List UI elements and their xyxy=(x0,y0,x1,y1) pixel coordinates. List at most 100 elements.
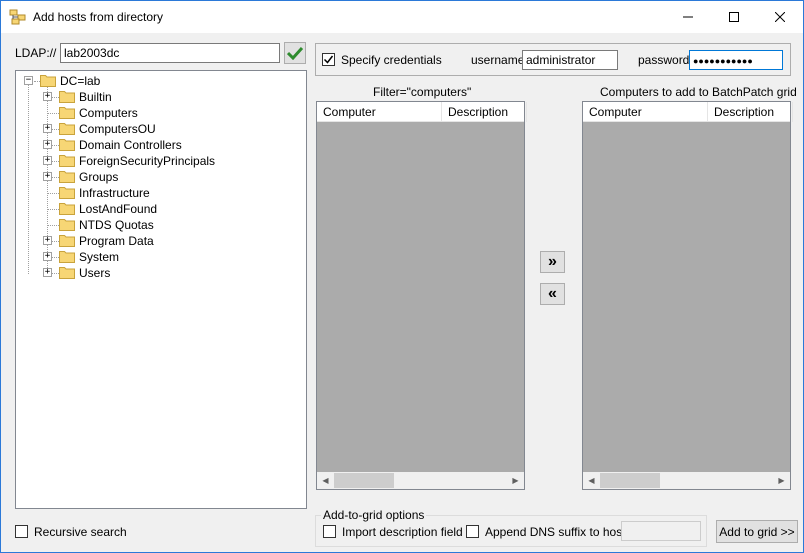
scroll-right-icon[interactable]: ▶ xyxy=(773,472,790,489)
specify-credentials-label: Specify credentials xyxy=(341,53,442,67)
folder-icon xyxy=(59,187,75,199)
tree-node-label: Infrastructure xyxy=(79,186,150,200)
expand-icon[interactable]: + xyxy=(43,92,52,101)
tree-node[interactable]: + Users xyxy=(16,265,296,281)
scroll-left-icon[interactable]: ◀ xyxy=(583,472,600,489)
tree-node[interactable]: LostAndFound xyxy=(16,201,296,217)
import-description-checkbox[interactable] xyxy=(323,525,336,538)
folder-icon xyxy=(59,123,75,135)
tree-node[interactable]: + Domain Controllers xyxy=(16,137,296,153)
tree-node[interactable]: Computers xyxy=(16,105,296,121)
scroll-right-icon[interactable]: ▶ xyxy=(507,472,524,489)
minimize-icon xyxy=(683,16,693,18)
double-right-arrow-icon: » xyxy=(548,253,557,270)
folder-icon xyxy=(59,91,75,103)
folder-icon xyxy=(59,267,75,279)
tree-node-label: LostAndFound xyxy=(79,202,158,216)
column-header-computer[interactable]: Computer xyxy=(583,102,708,122)
folder-icon xyxy=(59,107,75,119)
specify-credentials-checkbox[interactable] xyxy=(322,53,335,66)
remove-all-button[interactable]: « xyxy=(540,283,565,305)
tree-node-label: Computers xyxy=(79,106,138,120)
window-title: Add hosts from directory xyxy=(33,10,164,24)
maximize-icon xyxy=(729,12,739,22)
tree-node-label: Domain Controllers xyxy=(79,138,182,152)
folder-icon xyxy=(59,139,75,151)
maximize-button[interactable] xyxy=(711,1,757,33)
scroll-thumb[interactable] xyxy=(600,473,660,488)
append-dns-checkbox[interactable] xyxy=(466,525,479,538)
ldap-server-input[interactable]: lab2003dc xyxy=(60,43,280,63)
dns-suffix-input[interactable] xyxy=(621,521,701,541)
tree-node[interactable]: + Program Data xyxy=(16,233,296,249)
folder-icon xyxy=(59,171,75,183)
expand-icon[interactable]: + xyxy=(43,268,52,277)
options-group-label: Add-to-grid options xyxy=(321,508,427,522)
tree-node-label: ComputersOU xyxy=(79,122,156,136)
filter-caption: Filter="computers" xyxy=(373,85,472,99)
scroll-left-icon[interactable]: ◀ xyxy=(317,472,334,489)
expand-icon[interactable]: + xyxy=(43,172,52,181)
recursive-search-label: Recursive search xyxy=(34,525,127,539)
folder-icon xyxy=(59,155,75,167)
scroll-thumb[interactable] xyxy=(334,473,394,488)
recursive-search-checkbox[interactable] xyxy=(15,525,28,538)
filter-results-list[interactable]: Computer Description ◀ ▶ xyxy=(316,101,527,490)
tree-node-label: ForeignSecurityPrincipals xyxy=(79,154,216,168)
double-left-arrow-icon: « xyxy=(548,285,557,302)
tree-node-label: Builtin xyxy=(79,90,112,104)
import-description-label: Import description field xyxy=(342,525,463,539)
password-input[interactable]: ●●●●●●●●●●● xyxy=(689,50,783,70)
tree-node[interactable]: + Builtin xyxy=(16,89,296,105)
ldap-label: LDAP:// xyxy=(15,46,57,60)
tree-node-label: Groups xyxy=(79,170,119,184)
target-list-caption: Computers to add to BatchPatch grid xyxy=(600,85,797,99)
tree-node-label: DC=lab xyxy=(60,74,101,88)
tree-node[interactable]: NTDS Quotas xyxy=(16,217,296,233)
expand-icon[interactable]: + xyxy=(43,124,52,133)
open-folder-icon xyxy=(40,75,56,87)
close-button[interactable] xyxy=(757,1,803,33)
username-label: username: xyxy=(471,53,528,67)
close-icon xyxy=(775,12,785,22)
folder-icon xyxy=(59,219,75,231)
expand-icon[interactable]: + xyxy=(43,156,52,165)
horizontal-scrollbar[interactable]: ◀ ▶ xyxy=(317,472,524,489)
ldap-connect-button[interactable] xyxy=(284,42,306,64)
tree-node[interactable]: + System xyxy=(16,249,296,265)
tree-node[interactable]: Infrastructure xyxy=(16,185,296,201)
expand-icon[interactable]: + xyxy=(43,140,52,149)
column-header-description[interactable]: Description xyxy=(442,102,527,122)
list-header: Computer Description xyxy=(583,102,793,122)
tree-node-label: Program Data xyxy=(79,234,154,248)
expand-icon[interactable]: + xyxy=(43,252,52,261)
checkmark-icon xyxy=(323,55,334,64)
column-header-description[interactable]: Description xyxy=(708,102,793,122)
title-bar: Add hosts from directory xyxy=(1,1,803,33)
horizontal-scrollbar[interactable]: ◀ ▶ xyxy=(583,472,790,489)
add-hosts-dialog: Add hosts from directory LDAP:// lab2003… xyxy=(0,0,804,553)
add-to-grid-button[interactable]: Add to grid >> xyxy=(716,520,798,543)
tree-node[interactable]: + Groups xyxy=(16,169,296,185)
column-header-computer[interactable]: Computer xyxy=(317,102,442,122)
username-input[interactable]: administrator xyxy=(522,50,618,70)
add-all-button[interactable]: » xyxy=(540,251,565,273)
minimize-button[interactable] xyxy=(665,1,711,33)
directory-tree[interactable]: − DC=lab + Builtin Computers + ComputersOU + D… xyxy=(15,70,307,509)
checkmark-icon xyxy=(287,46,303,60)
tree-node-label: System xyxy=(79,250,120,264)
tree-node[interactable]: + ComputersOU xyxy=(16,121,296,137)
collapse-icon[interactable]: − xyxy=(24,76,33,85)
append-dns-label: Append DNS suffix to hosts: xyxy=(485,525,635,539)
app-icon xyxy=(9,9,26,25)
list-header: Computer Description xyxy=(317,102,527,122)
tree-node-root[interactable]: − DC=lab xyxy=(16,73,216,89)
folder-icon xyxy=(59,251,75,263)
folder-icon xyxy=(59,203,75,215)
tree-node[interactable]: + ForeignSecurityPrincipals xyxy=(16,153,296,169)
computers-to-add-list[interactable]: Computer Description ◀ ▶ xyxy=(582,101,793,490)
tree-node-label: Users xyxy=(79,266,111,280)
folder-icon xyxy=(59,235,75,247)
expand-icon[interactable]: + xyxy=(43,236,52,245)
tree-node-label: NTDS Quotas xyxy=(79,218,154,232)
